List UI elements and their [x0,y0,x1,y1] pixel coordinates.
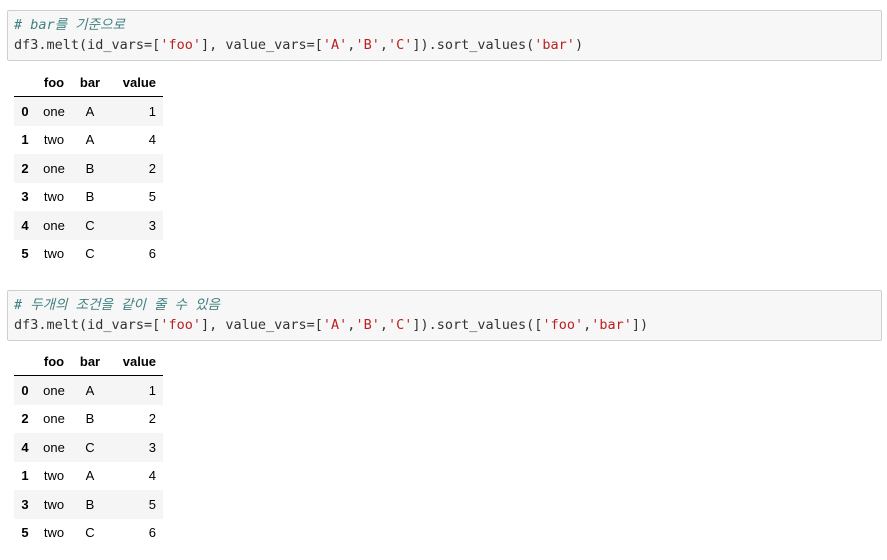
column-header: bar [72,347,108,376]
row-index: 3 [21,496,29,512]
row-index: 1 [21,468,29,484]
table-cell: one [43,411,65,427]
table-row: 2 one B 2 [14,154,163,183]
code-cell-2[interactable]: # 두개의 조건을 같이 줄 수 있음 df3.melt(id_vars=['f… [7,290,882,341]
row-index: 5 [21,246,29,262]
table-cell: B [85,189,95,205]
table-cell: two [43,189,65,205]
row-index: 0 [21,382,29,398]
row-index: 3 [21,189,29,205]
table-cell: 2 [148,160,156,176]
table-cell: A [85,132,95,148]
row-index: 2 [21,411,29,427]
table-row: 2 one B 2 [14,405,163,434]
column-header: value [108,68,163,97]
row-index: 2 [21,160,29,176]
dataframe-output-1: foo bar value 0 one A 1 1 two A 4 2 one … [14,68,163,268]
dataframe-output-2: foo bar value 0 one A 1 2 one B 2 4 one … [14,347,163,547]
table-row: 3 two B 5 [14,183,163,212]
table-row: 1 two A 4 [14,462,163,491]
code-comment: # bar를 기준으로 [14,17,125,33]
table-cell: 3 [148,439,156,455]
column-header: value [108,347,163,376]
table-cell: B [85,160,95,176]
column-header: bar [72,68,108,97]
column-header: foo [36,68,72,97]
table-cell: 3 [148,217,156,233]
table-cell: one [43,217,65,233]
table-cell: 4 [148,468,156,484]
table-row: 1 two A 4 [14,126,163,155]
table-cell: C [85,439,95,455]
row-index: 1 [21,132,29,148]
table-row: 5 two C 6 [14,519,163,548]
table-cell: 4 [148,132,156,148]
table-cell: B [85,496,95,512]
table-cell: 2 [148,411,156,427]
index-header [14,347,36,376]
table-cell: A [85,103,95,119]
table-cell: one [43,439,65,455]
code-line: df3.melt(id_vars=['foo'], value_vars=['A… [14,37,584,53]
table-cell: 1 [148,103,156,119]
table-cell: two [43,132,65,148]
table-cell: one [43,160,65,176]
table-cell: A [85,468,95,484]
table-cell: two [43,496,65,512]
table-row: 4 one C 3 [14,433,163,462]
table-header-row: foo bar value [14,68,163,97]
table-cell: one [43,382,65,398]
row-index: 4 [21,217,29,233]
table-row: 0 one A 1 [14,375,163,405]
table-cell: 6 [148,525,156,541]
table-row: 5 two C 6 [14,240,163,269]
table-row: 3 two B 5 [14,490,163,519]
table-cell: 5 [148,189,156,205]
table-cell: two [43,468,65,484]
row-index: 0 [21,103,29,119]
row-index: 5 [21,525,29,541]
row-index: 4 [21,439,29,455]
table-row: 4 one C 3 [14,211,163,240]
table-cell: C [85,525,95,541]
table-cell: A [85,382,95,398]
table-cell: two [43,246,65,262]
code-cell-1[interactable]: # bar를 기준으로 df3.melt(id_vars=['foo'], va… [7,10,882,61]
table-cell: B [85,411,95,427]
code-comment: # 두개의 조건을 같이 줄 수 있음 [14,297,220,313]
table-cell: 5 [148,496,156,512]
table-cell: C [85,217,95,233]
table-cell: C [85,246,95,262]
column-header: foo [36,347,72,376]
table-row: 0 one A 1 [14,96,163,126]
table-cell: one [43,103,65,119]
index-header [14,68,36,97]
table-cell: 6 [148,246,156,262]
table-cell: 1 [148,382,156,398]
table-cell: two [43,525,65,541]
code-line: df3.melt(id_vars=['foo'], value_vars=['A… [14,317,649,333]
table-header-row: foo bar value [14,347,163,376]
